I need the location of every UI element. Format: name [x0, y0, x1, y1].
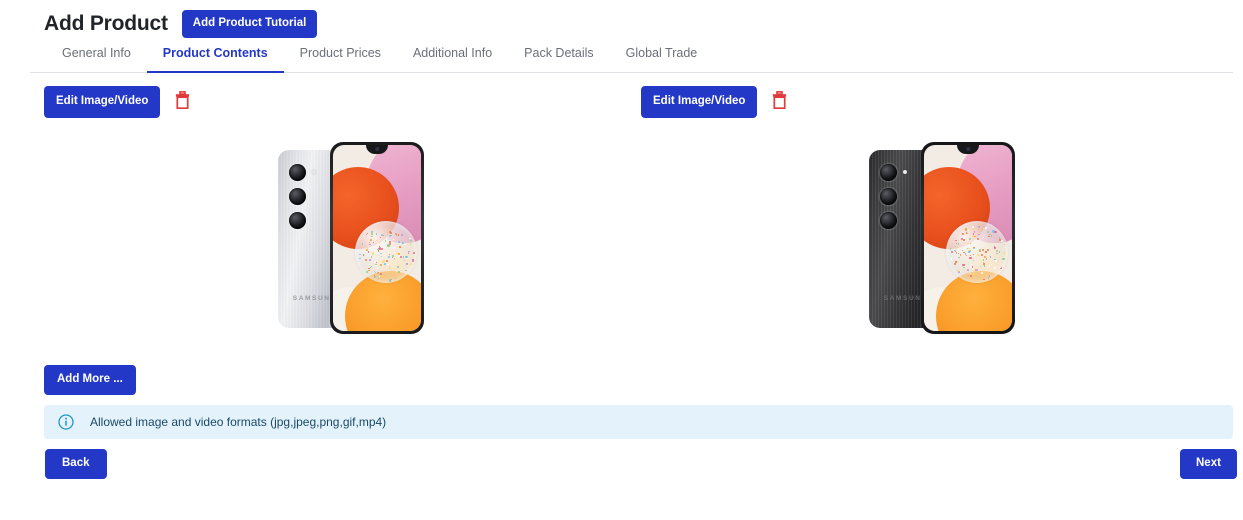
camera-lens-icon	[880, 212, 897, 229]
tab-product-contents[interactable]: Product Contents	[147, 44, 284, 72]
tab-bar: General Info Product Contents Product Pr…	[30, 44, 1233, 73]
media-item-actions: Edit Image/Video	[641, 86, 790, 118]
media-item: Edit Image/Video SAMSUNG	[641, 86, 790, 118]
camera-cluster	[880, 164, 897, 236]
tab-product-prices[interactable]: Product Prices	[284, 44, 397, 72]
camera-lens-icon	[880, 164, 897, 181]
camera-lens-icon	[289, 188, 306, 205]
edit-image-video-button[interactable]: Edit Image/Video	[641, 86, 757, 118]
tab-general-info[interactable]: General Info	[46, 44, 147, 72]
back-button[interactable]: Back	[45, 449, 107, 479]
next-button[interactable]: Next	[1180, 449, 1237, 479]
add-more-button[interactable]: Add More ...	[44, 365, 136, 395]
camera-flash-icon	[903, 170, 907, 174]
allowed-formats-text: Allowed image and video formats (jpg,jpe…	[90, 415, 386, 429]
media-item: Edit Image/Video SAMSUNG	[44, 86, 193, 118]
product-image: SAMSUNG	[278, 142, 438, 334]
add-product-tutorial-button[interactable]: Add Product Tutorial	[182, 10, 318, 38]
media-item-actions: Edit Image/Video	[44, 86, 193, 118]
phone-screen	[924, 145, 1012, 331]
tab-pack-details[interactable]: Pack Details	[508, 44, 609, 72]
media-list: Edit Image/Video SAMSUNG Edit Image/Vide…	[0, 86, 1243, 351]
camera-cluster	[289, 164, 306, 236]
add-product-page: Add Product Add Product Tutorial General…	[0, 0, 1243, 520]
wallpaper-sphere	[946, 221, 1008, 283]
phone-screen	[333, 145, 421, 331]
phone-front	[330, 142, 424, 334]
trash-icon	[772, 91, 787, 112]
page-title: Add Product	[44, 12, 168, 36]
camera-flash-icon	[312, 170, 316, 174]
tab-global-trade[interactable]: Global Trade	[610, 44, 714, 72]
delete-media-button[interactable]	[769, 89, 790, 114]
camera-lens-icon	[289, 164, 306, 181]
phone-front	[921, 142, 1015, 334]
allowed-formats-banner: Allowed image and video formats (jpg,jpe…	[44, 405, 1233, 439]
trash-icon	[175, 91, 190, 112]
product-image: SAMSUNG	[869, 142, 1029, 334]
edit-image-video-button[interactable]: Edit Image/Video	[44, 86, 160, 118]
info-circle-icon	[58, 414, 74, 430]
page-header: Add Product Add Product Tutorial	[44, 10, 317, 38]
camera-lens-icon	[880, 188, 897, 205]
wallpaper-sphere	[355, 221, 417, 283]
camera-lens-icon	[289, 212, 306, 229]
delete-media-button[interactable]	[172, 89, 193, 114]
sparkles	[355, 221, 417, 283]
tab-additional-info[interactable]: Additional Info	[397, 44, 508, 72]
sparkles	[946, 221, 1008, 283]
